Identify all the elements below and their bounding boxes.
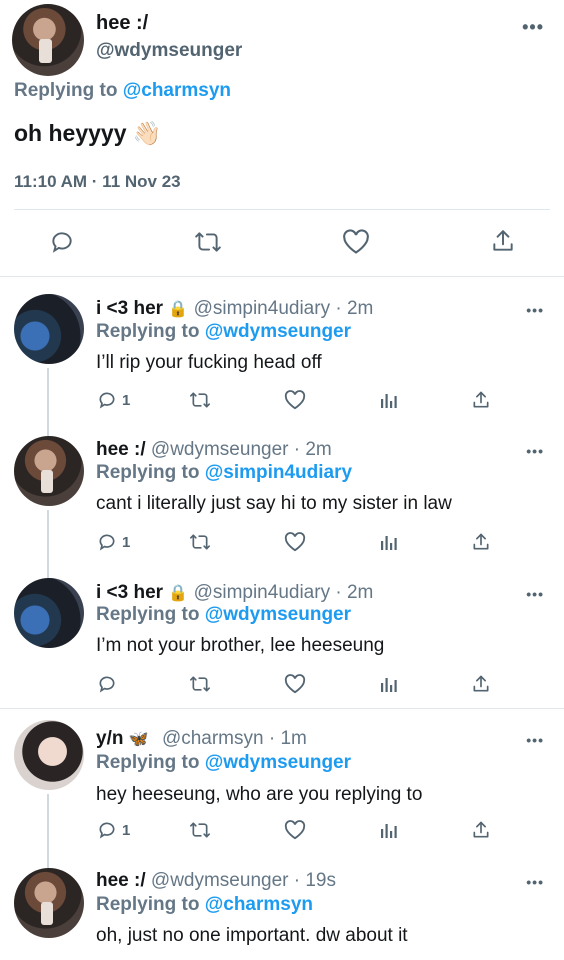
retweet-icon[interactable] xyxy=(188,674,212,694)
avatar[interactable] xyxy=(14,578,84,648)
divider xyxy=(14,209,550,210)
views-icon[interactable] xyxy=(379,674,399,694)
more-options-icon[interactable]: ••• xyxy=(526,303,544,317)
thread-line xyxy=(47,510,49,580)
author-name[interactable]: i <3 her xyxy=(96,298,163,319)
author-handle-time[interactable]: @simpin4udiary · 2m xyxy=(194,298,374,319)
reply-icon[interactable] xyxy=(49,229,75,255)
avatar[interactable] xyxy=(14,294,84,364)
tweet-text: oh heyyyy 👋🏻 xyxy=(14,120,162,146)
thread-line xyxy=(47,794,49,868)
retweet-icon[interactable] xyxy=(188,390,212,410)
author-handle-time[interactable]: @charmsyn · 1m xyxy=(162,728,307,749)
avatar[interactable] xyxy=(14,436,84,506)
share-icon[interactable] xyxy=(471,390,491,410)
author-handle-time[interactable]: @wdymseunger · 19s xyxy=(151,870,336,891)
heart-icon[interactable] xyxy=(342,229,370,255)
views-icon[interactable] xyxy=(379,390,399,410)
author-name[interactable]: i <3 her xyxy=(96,582,163,603)
retweet-icon[interactable] xyxy=(194,229,222,255)
tweet-text: oh, just no one important. dw about it xyxy=(96,925,408,946)
replying-to-link[interactable]: @charmsyn xyxy=(205,894,313,915)
tweet-header: i <3 her 🔒 @simpin4udiary · 2m xyxy=(96,582,373,604)
more-options-icon[interactable]: ••• xyxy=(526,733,544,747)
author-name[interactable]: hee :/ xyxy=(96,870,146,891)
reply-icon[interactable]: 1 xyxy=(96,390,130,410)
tweet-header: i <3 her 🔒 @simpin4udiary · 2m xyxy=(96,298,373,320)
avatar[interactable] xyxy=(12,4,84,76)
replying-to: Replying to @charmsyn xyxy=(96,894,313,916)
replying-to: Replying to @charmsyn xyxy=(14,80,231,102)
author-name[interactable]: hee :/ xyxy=(96,439,146,460)
divider xyxy=(0,276,564,277)
replying-to: Replying to @wdymseunger xyxy=(96,752,351,774)
tweet-header: hee :/ @wdymseunger · 2m xyxy=(96,439,332,461)
replying-prefix: Replying to xyxy=(96,894,200,915)
author-handle[interactable]: @wdymseunger xyxy=(96,40,242,62)
lock-icon: 🔒 xyxy=(168,585,189,602)
share-icon[interactable] xyxy=(490,228,516,254)
share-icon[interactable] xyxy=(471,532,491,552)
replying-prefix: Replying to xyxy=(96,752,200,773)
more-options-icon[interactable]: ••• xyxy=(526,587,544,601)
heart-icon[interactable] xyxy=(284,532,306,552)
views-icon[interactable] xyxy=(379,820,399,840)
tweet-header: y/n 🦋 @charmsyn · 1m xyxy=(96,728,307,750)
lock-icon: 🔒 xyxy=(168,301,189,318)
tweet-header: hee :/ @wdymseunger · 19s xyxy=(96,870,336,892)
avatar[interactable] xyxy=(14,720,84,790)
reply-count: 1 xyxy=(122,821,131,839)
replying-to: Replying to @wdymseunger xyxy=(96,321,351,343)
replying-to: Replying to @wdymseunger xyxy=(96,604,351,626)
more-options-icon[interactable]: ••• xyxy=(526,875,544,889)
views-icon[interactable] xyxy=(379,532,399,552)
tweet-text: cant i literally just say hi to my siste… xyxy=(96,493,452,514)
heart-icon[interactable] xyxy=(284,390,306,410)
replying-prefix: Replying to xyxy=(14,80,118,101)
reply-count: 1 xyxy=(122,533,131,551)
author-name[interactable]: y/n xyxy=(96,728,123,749)
author-handle-time[interactable]: @simpin4udiary · 2m xyxy=(194,582,374,603)
replying-to-link[interactable]: @wdymseunger xyxy=(205,604,351,625)
author-name[interactable]: hee :/ xyxy=(96,12,148,35)
reply-icon[interactable]: 1 xyxy=(96,820,130,840)
more-options-icon[interactable]: ••• xyxy=(526,444,544,458)
butterfly-icon: 🦋 xyxy=(128,731,149,748)
share-icon[interactable] xyxy=(471,674,491,694)
tweet-text: I’m not your brother, lee heeseung xyxy=(96,635,385,656)
thread-line xyxy=(47,368,49,438)
replying-to-link[interactable]: @charmsyn xyxy=(123,80,231,101)
reply-icon[interactable] xyxy=(96,674,122,694)
retweet-icon[interactable] xyxy=(188,820,212,840)
replying-to-link[interactable]: @simpin4udiary xyxy=(205,462,352,483)
share-icon[interactable] xyxy=(471,820,491,840)
replying-to-link[interactable]: @wdymseunger xyxy=(205,752,351,773)
author-handle-time[interactable]: @wdymseunger · 2m xyxy=(151,439,332,460)
reply-count: 1 xyxy=(122,391,131,409)
timestamp[interactable]: 11:10 AM · 11 Nov 23 xyxy=(14,172,181,192)
reply-icon[interactable]: 1 xyxy=(96,532,130,552)
tweet-text: hey heeseung, who are you replying to xyxy=(96,784,423,805)
replying-prefix: Replying to xyxy=(96,462,200,483)
replying-prefix: Replying to xyxy=(96,604,200,625)
more-options-icon[interactable]: ••• xyxy=(522,18,544,36)
divider xyxy=(0,708,564,709)
avatar[interactable] xyxy=(14,868,84,938)
heart-icon[interactable] xyxy=(284,674,306,694)
replying-to-link[interactable]: @wdymseunger xyxy=(205,321,351,342)
retweet-icon[interactable] xyxy=(188,532,212,552)
replying-to: Replying to @simpin4udiary xyxy=(96,462,352,484)
tweet-text: I’ll rip your fucking head off xyxy=(96,352,322,373)
heart-icon[interactable] xyxy=(284,820,306,840)
replying-prefix: Replying to xyxy=(96,321,200,342)
